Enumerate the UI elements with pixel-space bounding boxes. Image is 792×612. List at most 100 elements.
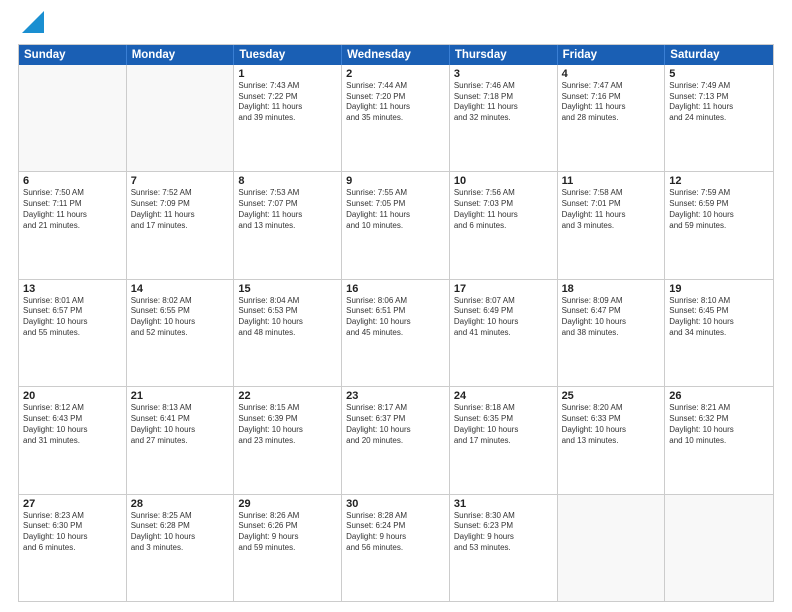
day-number: 29 — [238, 498, 337, 510]
day-number: 4 — [562, 68, 661, 80]
cell-info: Sunrise: 7:56 AM Sunset: 7:03 PM Dayligh… — [454, 188, 553, 231]
cell-info: Sunrise: 8:20 AM Sunset: 6:33 PM Dayligh… — [562, 403, 661, 446]
day-number: 27 — [23, 498, 122, 510]
calendar-row: 13Sunrise: 8:01 AM Sunset: 6:57 PM Dayli… — [19, 280, 773, 387]
day-number: 11 — [562, 175, 661, 187]
day-number: 20 — [23, 390, 122, 402]
calendar-cell: 20Sunrise: 8:12 AM Sunset: 6:43 PM Dayli… — [19, 387, 127, 493]
cell-info: Sunrise: 7:55 AM Sunset: 7:05 PM Dayligh… — [346, 188, 445, 231]
day-number: 13 — [23, 283, 122, 295]
calendar-cell: 11Sunrise: 7:58 AM Sunset: 7:01 PM Dayli… — [558, 172, 666, 278]
weekday-header: Saturday — [665, 45, 773, 65]
cell-info: Sunrise: 7:58 AM Sunset: 7:01 PM Dayligh… — [562, 188, 661, 231]
cell-info: Sunrise: 8:02 AM Sunset: 6:55 PM Dayligh… — [131, 296, 230, 339]
calendar-cell: 6Sunrise: 7:50 AM Sunset: 7:11 PM Daylig… — [19, 172, 127, 278]
day-number: 1 — [238, 68, 337, 80]
day-number: 7 — [131, 175, 230, 187]
calendar-cell: 28Sunrise: 8:25 AM Sunset: 6:28 PM Dayli… — [127, 495, 235, 601]
cell-info: Sunrise: 8:21 AM Sunset: 6:32 PM Dayligh… — [669, 403, 769, 446]
day-number: 12 — [669, 175, 769, 187]
day-number: 8 — [238, 175, 337, 187]
calendar-cell — [665, 495, 773, 601]
weekday-header: Friday — [558, 45, 666, 65]
calendar-cell: 18Sunrise: 8:09 AM Sunset: 6:47 PM Dayli… — [558, 280, 666, 386]
day-number: 25 — [562, 390, 661, 402]
cell-info: Sunrise: 8:17 AM Sunset: 6:37 PM Dayligh… — [346, 403, 445, 446]
calendar-cell: 8Sunrise: 7:53 AM Sunset: 7:07 PM Daylig… — [234, 172, 342, 278]
day-number: 26 — [669, 390, 769, 402]
calendar-cell: 5Sunrise: 7:49 AM Sunset: 7:13 PM Daylig… — [665, 65, 773, 171]
day-number: 28 — [131, 498, 230, 510]
day-number: 21 — [131, 390, 230, 402]
day-number: 19 — [669, 283, 769, 295]
day-number: 31 — [454, 498, 553, 510]
calendar-cell: 17Sunrise: 8:07 AM Sunset: 6:49 PM Dayli… — [450, 280, 558, 386]
calendar-cell: 4Sunrise: 7:47 AM Sunset: 7:16 PM Daylig… — [558, 65, 666, 171]
weekday-header: Wednesday — [342, 45, 450, 65]
cell-info: Sunrise: 8:09 AM Sunset: 6:47 PM Dayligh… — [562, 296, 661, 339]
calendar-cell: 15Sunrise: 8:04 AM Sunset: 6:53 PM Dayli… — [234, 280, 342, 386]
calendar-cell: 10Sunrise: 7:56 AM Sunset: 7:03 PM Dayli… — [450, 172, 558, 278]
calendar-cell: 22Sunrise: 8:15 AM Sunset: 6:39 PM Dayli… — [234, 387, 342, 493]
day-number: 14 — [131, 283, 230, 295]
cell-info: Sunrise: 8:23 AM Sunset: 6:30 PM Dayligh… — [23, 511, 122, 554]
calendar-cell: 14Sunrise: 8:02 AM Sunset: 6:55 PM Dayli… — [127, 280, 235, 386]
cell-info: Sunrise: 7:52 AM Sunset: 7:09 PM Dayligh… — [131, 188, 230, 231]
day-number: 5 — [669, 68, 769, 80]
cell-info: Sunrise: 8:12 AM Sunset: 6:43 PM Dayligh… — [23, 403, 122, 446]
cell-info: Sunrise: 8:10 AM Sunset: 6:45 PM Dayligh… — [669, 296, 769, 339]
calendar-cell: 24Sunrise: 8:18 AM Sunset: 6:35 PM Dayli… — [450, 387, 558, 493]
calendar: SundayMondayTuesdayWednesdayThursdayFrid… — [18, 44, 774, 602]
calendar-cell: 3Sunrise: 7:46 AM Sunset: 7:18 PM Daylig… — [450, 65, 558, 171]
calendar-cell — [19, 65, 127, 171]
page: SundayMondayTuesdayWednesdayThursdayFrid… — [0, 0, 792, 612]
day-number: 6 — [23, 175, 122, 187]
weekday-header: Tuesday — [234, 45, 342, 65]
cell-info: Sunrise: 8:06 AM Sunset: 6:51 PM Dayligh… — [346, 296, 445, 339]
calendar-cell — [127, 65, 235, 171]
day-number: 16 — [346, 283, 445, 295]
cell-info: Sunrise: 8:30 AM Sunset: 6:23 PM Dayligh… — [454, 511, 553, 554]
cell-info: Sunrise: 8:01 AM Sunset: 6:57 PM Dayligh… — [23, 296, 122, 339]
cell-info: Sunrise: 8:07 AM Sunset: 6:49 PM Dayligh… — [454, 296, 553, 339]
calendar-header: SundayMondayTuesdayWednesdayThursdayFrid… — [19, 45, 773, 65]
calendar-cell: 25Sunrise: 8:20 AM Sunset: 6:33 PM Dayli… — [558, 387, 666, 493]
cell-info: Sunrise: 8:13 AM Sunset: 6:41 PM Dayligh… — [131, 403, 230, 446]
day-number: 2 — [346, 68, 445, 80]
weekday-header: Monday — [127, 45, 235, 65]
cell-info: Sunrise: 8:25 AM Sunset: 6:28 PM Dayligh… — [131, 511, 230, 554]
cell-info: Sunrise: 8:26 AM Sunset: 6:26 PM Dayligh… — [238, 511, 337, 554]
calendar-row: 20Sunrise: 8:12 AM Sunset: 6:43 PM Dayli… — [19, 387, 773, 494]
calendar-cell: 12Sunrise: 7:59 AM Sunset: 6:59 PM Dayli… — [665, 172, 773, 278]
cell-info: Sunrise: 7:59 AM Sunset: 6:59 PM Dayligh… — [669, 188, 769, 231]
day-number: 24 — [454, 390, 553, 402]
cell-info: Sunrise: 7:44 AM Sunset: 7:20 PM Dayligh… — [346, 81, 445, 124]
calendar-cell: 9Sunrise: 7:55 AM Sunset: 7:05 PM Daylig… — [342, 172, 450, 278]
calendar-cell: 26Sunrise: 8:21 AM Sunset: 6:32 PM Dayli… — [665, 387, 773, 493]
day-number: 23 — [346, 390, 445, 402]
weekday-header: Thursday — [450, 45, 558, 65]
calendar-row: 27Sunrise: 8:23 AM Sunset: 6:30 PM Dayli… — [19, 495, 773, 601]
calendar-body: 1Sunrise: 7:43 AM Sunset: 7:22 PM Daylig… — [19, 65, 773, 601]
day-number: 10 — [454, 175, 553, 187]
header — [18, 16, 774, 36]
calendar-cell: 23Sunrise: 8:17 AM Sunset: 6:37 PM Dayli… — [342, 387, 450, 493]
calendar-row: 1Sunrise: 7:43 AM Sunset: 7:22 PM Daylig… — [19, 65, 773, 172]
cell-info: Sunrise: 7:49 AM Sunset: 7:13 PM Dayligh… — [669, 81, 769, 124]
calendar-cell: 16Sunrise: 8:06 AM Sunset: 6:51 PM Dayli… — [342, 280, 450, 386]
calendar-cell: 7Sunrise: 7:52 AM Sunset: 7:09 PM Daylig… — [127, 172, 235, 278]
cell-info: Sunrise: 8:28 AM Sunset: 6:24 PM Dayligh… — [346, 511, 445, 554]
calendar-cell: 1Sunrise: 7:43 AM Sunset: 7:22 PM Daylig… — [234, 65, 342, 171]
calendar-row: 6Sunrise: 7:50 AM Sunset: 7:11 PM Daylig… — [19, 172, 773, 279]
day-number: 9 — [346, 175, 445, 187]
cell-info: Sunrise: 8:15 AM Sunset: 6:39 PM Dayligh… — [238, 403, 337, 446]
calendar-cell: 19Sunrise: 8:10 AM Sunset: 6:45 PM Dayli… — [665, 280, 773, 386]
calendar-cell: 27Sunrise: 8:23 AM Sunset: 6:30 PM Dayli… — [19, 495, 127, 601]
calendar-cell: 13Sunrise: 8:01 AM Sunset: 6:57 PM Dayli… — [19, 280, 127, 386]
logo — [18, 16, 44, 36]
cell-info: Sunrise: 8:18 AM Sunset: 6:35 PM Dayligh… — [454, 403, 553, 446]
calendar-cell: 2Sunrise: 7:44 AM Sunset: 7:20 PM Daylig… — [342, 65, 450, 171]
day-number: 17 — [454, 283, 553, 295]
day-number: 30 — [346, 498, 445, 510]
weekday-header: Sunday — [19, 45, 127, 65]
